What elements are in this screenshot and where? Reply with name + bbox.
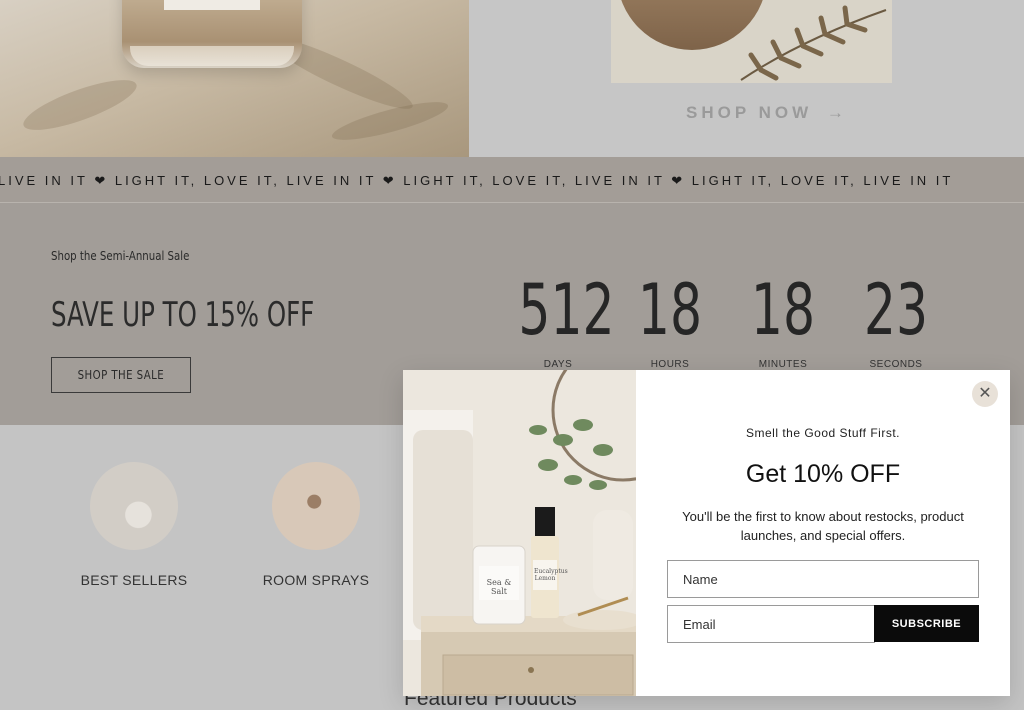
countdown-hours-unit: HOURS [650, 359, 690, 370]
marquee-text: LIVE IN IT ❤ LIGHT IT, LOVE IT, LIVE IN … [0, 173, 954, 188]
candle-jar [122, 0, 302, 68]
fern-icon [740, 5, 887, 81]
spray-label-text: Eucalyptus Lemon [534, 568, 568, 582]
countdown-days-unit: DAYS [543, 359, 573, 370]
countdown-seconds-unit: SECONDS [869, 359, 923, 370]
hero-panel-right: SHOP NOW → [469, 0, 1024, 157]
category-label[interactable]: ROOM SPRAYS [231, 572, 401, 588]
candle-label-text: Sea & Salt [486, 578, 512, 596]
countdown-days-value: 512 [518, 269, 615, 351]
category-image-best-sellers[interactable] [90, 462, 178, 550]
countdown-days: 512 DAYS [503, 269, 615, 370]
countdown-hours: 18 HOURS [615, 275, 725, 370]
popup-description: You'll be the first to know about restoc… [682, 509, 964, 543]
popup-product-image: Sea & Salt Eucalyptus Lemon [403, 370, 636, 696]
email-field[interactable] [667, 605, 875, 643]
shop-the-sale-button[interactable]: SHOP THE SALE [51, 357, 191, 393]
newsletter-popup: Sea & Salt Eucalyptus Lemon ✕ Smell the … [403, 370, 1010, 696]
shop-now-label: SHOP NOW [686, 103, 813, 122]
shop-now-link[interactable]: SHOP NOW → [686, 103, 848, 123]
category-image-room-sprays[interactable] [272, 462, 360, 550]
countdown-seconds-value: 23 [863, 269, 929, 351]
popup-eyebrow: Smell the Good Stuff First. [745, 426, 900, 440]
countdown-hours-value: 18 [637, 269, 703, 351]
name-field[interactable] [667, 560, 979, 598]
marquee-banner: LIVE IN IT ❤ LIGHT IT, LOVE IT, LIVE IN … [0, 157, 1024, 203]
popup-title: Get 10% OFF [745, 460, 901, 488]
sale-eyebrow: Shop the Semi-Annual Sale [51, 249, 190, 263]
countdown-minutes: 18 MINUTES [728, 275, 838, 370]
candle-base [130, 46, 294, 66]
candle-label [164, 0, 260, 10]
category-best-sellers[interactable]: BEST SELLERS [49, 462, 219, 588]
sale-title: SAVE UP TO 15% OFF [51, 295, 315, 335]
leaf-shadow [18, 70, 142, 140]
bedside-scene-illustration [403, 370, 636, 696]
category-room-sprays[interactable]: ROOM SPRAYS [231, 462, 401, 588]
close-icon[interactable]: ✕ [972, 381, 998, 407]
arrow-right-icon: → [826, 103, 848, 122]
shop-the-sale-label: SHOP THE SALE [77, 368, 165, 382]
subscribe-button[interactable]: SUBSCRIBE [874, 605, 979, 642]
popup-content: ✕ Smell the Good Stuff First. Get 10% OF… [636, 370, 1010, 696]
countdown-seconds: 23 SECONDS [841, 275, 951, 370]
countdown-minutes-unit: MINUTES [758, 359, 808, 370]
category-label[interactable]: BEST SELLERS [49, 572, 219, 588]
countdown-minutes-value: 18 [750, 269, 816, 351]
hero-image-candle[interactable] [0, 0, 469, 157]
hero-image-hat[interactable] [611, 0, 892, 83]
